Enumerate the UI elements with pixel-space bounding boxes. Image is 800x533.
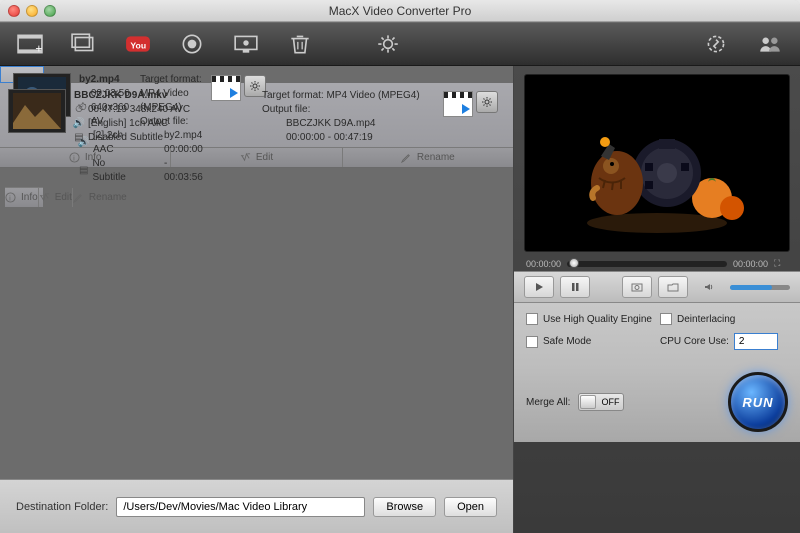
high-quality-label: Use High Quality Engine [543,314,652,325]
file-item[interactable]: by2.mp4 ⏱00:03:56 640x360 AV 🔊[2] 2ch AA… [0,66,44,83]
update-icon[interactable] [696,28,736,60]
settings-icon[interactable] [368,28,408,60]
destination-input[interactable] [116,497,365,517]
cpu-core-label: CPU Core Use: [660,336,729,347]
file-info-button[interactable]: iInfo [5,188,39,207]
file-rename-button[interactable]: Rename [73,188,127,207]
player-controls [514,271,800,303]
merge-label: Merge All: [526,397,570,408]
file-rename-button[interactable]: Rename [343,148,513,167]
main-toolbar: + You [0,22,800,66]
fullscreen-icon[interactable]: ⛶ [774,258,788,269]
file-edit-button[interactable]: Edit [171,148,342,167]
content-area: by2.mp4 ⏱00:03:56 640x360 AV 🔊[2] 2ch AA… [0,66,800,533]
file-info-button[interactable]: iInfo [0,148,171,167]
deinterlacing-checkbox[interactable] [660,313,672,325]
delete-icon[interactable] [280,28,320,60]
destination-bar: Destination Folder: Browse Open [0,479,513,533]
snapshot-folder-button[interactable] [658,276,688,298]
volume-icon[interactable] [694,276,724,298]
right-pane: 00:00:00 00:00:00 ⛶ Use High Quality Eng… [514,66,800,533]
seek-slider[interactable] [567,261,727,267]
high-quality-checkbox[interactable] [526,313,538,325]
app-window: MacX Video Converter Pro + You by2.mp4 ⏱… [0,0,800,533]
file-thumbnail [8,89,66,133]
format-preset-button[interactable] [211,75,241,101]
account-icon[interactable] [750,28,790,60]
deinterlacing-label: Deinterlacing [677,314,735,325]
open-button[interactable]: Open [444,497,497,517]
add-photo-icon[interactable] [64,28,104,60]
safe-mode-label: Safe Mode [543,336,591,347]
file-target: Target format: MP4 Video (MPEG4) Output … [262,89,435,145]
pause-button[interactable] [560,276,590,298]
left-pane: by2.mp4 ⏱00:03:56 640x360 AV 🔊[2] 2ch AA… [0,66,514,533]
options-panel: Use High Quality Engine Deinterlacing Sa… [514,303,800,368]
add-video-icon[interactable]: + [10,28,50,60]
svg-text:+: + [35,42,42,55]
run-row: Merge All: OFF RUN [514,368,800,442]
file-settings-button[interactable] [476,91,498,113]
play-button[interactable] [524,276,554,298]
file-list: by2.mp4 ⏱00:03:56 640x360 AV 🔊[2] 2ch AA… [0,66,513,479]
browse-button[interactable]: Browse [373,497,436,517]
time-end: 00:00:00 [733,259,768,269]
destination-label: Destination Folder: [16,501,108,513]
svg-text:i: i [9,193,11,202]
svg-text:You: You [130,40,146,50]
merge-toggle[interactable]: OFF [578,393,624,411]
youtube-icon[interactable]: You [118,28,158,60]
timeline: 00:00:00 00:00:00 ⛶ [514,256,800,271]
svg-text:i: i [73,153,75,162]
file-edit-button[interactable]: Edit [39,188,73,207]
cpu-core-select[interactable] [734,333,778,350]
window-title: MacX Video Converter Pro [0,4,800,18]
volume-slider[interactable] [730,285,790,290]
record-icon[interactable] [172,28,212,60]
snapshot-button[interactable] [622,276,652,298]
screen-record-icon[interactable] [226,28,266,60]
titlebar: MacX Video Converter Pro [0,0,800,22]
format-preset-button[interactable] [443,91,473,117]
preview-area [524,74,790,252]
run-button[interactable]: RUN [728,372,788,432]
time-start: 00:00:00 [526,259,561,269]
safe-mode-checkbox[interactable] [526,336,538,348]
